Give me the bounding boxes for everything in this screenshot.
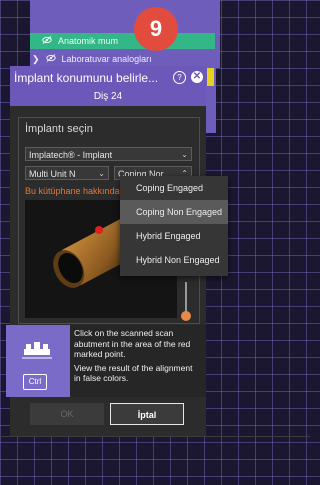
- slider-handle[interactable]: [181, 311, 191, 321]
- slider-track[interactable]: [185, 282, 187, 314]
- dialog-title: İmplant konumunu belirle...: [14, 71, 159, 85]
- eye-off-icon[interactable]: [45, 54, 56, 64]
- instruction-line-1: Click on the scanned scan abutment in th…: [74, 328, 191, 359]
- library-select-value: Implatech® - Implant: [29, 150, 113, 160]
- chevron-down-icon: ⌄: [98, 169, 105, 178]
- ctrl-key-icon: Ctrl: [23, 374, 47, 390]
- type-select-value: Multi Unit N: [29, 169, 76, 179]
- dialog-header: İmplant konumunu belirle... ? ✕ Diş 24: [10, 66, 206, 106]
- type-select[interactable]: Multi Unit N ⌄: [25, 166, 109, 180]
- tree-item-label: Laboratuvar analogları: [61, 54, 152, 64]
- tree-item-label: Anatomik mum: [58, 36, 119, 46]
- dialog-subtitle: Diş 24: [93, 91, 123, 102]
- library-warning[interactable]: Bu kütüphane hakkında: [25, 186, 120, 196]
- tree-item-anatomik-mum[interactable]: Anatomik mum: [30, 33, 215, 49]
- library-select[interactable]: Implatech® - Implant ⌄: [25, 147, 192, 161]
- tree-item-laboratuvar-analoglari[interactable]: ❯ Laboratuvar analogları: [30, 51, 152, 67]
- chevron-down-icon: ⌄: [181, 150, 188, 159]
- dropdown-option[interactable]: Coping Engaged: [120, 176, 228, 200]
- chevron-right-icon[interactable]: ❯: [32, 54, 40, 65]
- ok-button[interactable]: OK: [30, 403, 104, 425]
- close-icon[interactable]: ✕: [191, 71, 203, 83]
- step-badge: 9: [134, 7, 178, 51]
- instruction-text: Click on the scanned scan abutment in th…: [74, 328, 200, 387]
- instruction-line-2: View the result of the alignment in fals…: [74, 362, 193, 384]
- eye-off-icon[interactable]: [42, 36, 52, 46]
- help-icon[interactable]: ?: [173, 71, 186, 84]
- scan-abutment-icon: Ctrl: [6, 325, 70, 397]
- dropdown-option[interactable]: Hybrid Non Engaged: [120, 248, 228, 272]
- section-label: İmplantı seçin: [25, 123, 93, 135]
- dropdown-option[interactable]: Hybrid Engaged: [120, 224, 228, 248]
- color-marker: [207, 68, 214, 86]
- dropdown-option-selected[interactable]: Coping Non Engaged: [120, 200, 228, 224]
- divider: [0, 436, 310, 437]
- cancel-button[interactable]: İptal: [110, 403, 184, 425]
- connection-dropdown-menu: Coping Engaged Coping Non Engaged Hybrid…: [120, 176, 228, 276]
- instruction-box: Ctrl Click on the scanned scan abutment …: [6, 325, 206, 397]
